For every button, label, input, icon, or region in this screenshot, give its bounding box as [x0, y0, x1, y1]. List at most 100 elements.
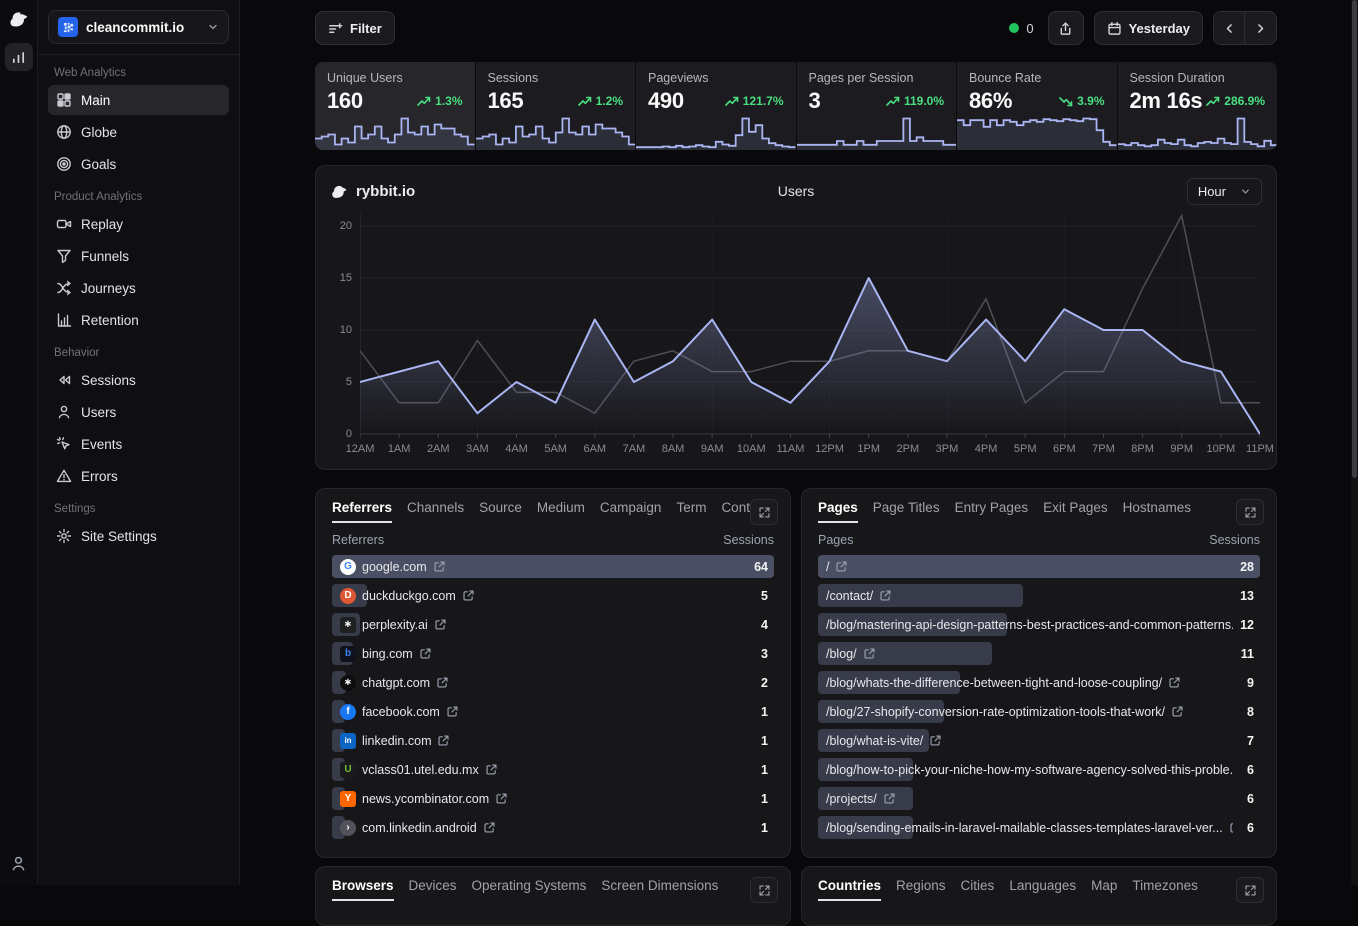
sidebar-item-users[interactable]: Users [48, 397, 229, 427]
sidebar-item-site-settings[interactable]: Site Settings [48, 521, 229, 551]
external-link-icon[interactable] [863, 647, 876, 660]
stat-card-sessions[interactable]: Sessions1651.2% [476, 62, 636, 150]
expand-button[interactable] [750, 877, 778, 903]
external-link-icon[interactable] [419, 647, 432, 660]
stat-card-pages-per-session[interactable]: Pages per Session3119.0% [797, 62, 957, 150]
expand-button[interactable] [1236, 499, 1264, 525]
external-link-icon[interactable] [485, 763, 498, 776]
tab-exit-pages[interactable]: Exit Pages [1043, 500, 1108, 523]
tab-term[interactable]: Term [676, 500, 706, 523]
account-icon[interactable] [10, 855, 27, 872]
tab-languages[interactable]: Languages [1009, 878, 1076, 901]
retention-icon [56, 312, 72, 328]
external-link-icon[interactable] [1229, 821, 1233, 834]
analytics-icon[interactable] [5, 43, 33, 71]
external-link-icon[interactable] [434, 618, 447, 631]
table-row[interactable]: Ynews.ycombinator.com1 [332, 787, 774, 810]
external-link-icon[interactable] [437, 734, 450, 747]
tab-pages[interactable]: Pages [818, 500, 858, 523]
previous-period-button[interactable] [1214, 12, 1245, 44]
warning-icon [56, 468, 72, 484]
table-row[interactable]: ffacebook.com1 [332, 700, 774, 723]
tab-timezones[interactable]: Timezones [1132, 878, 1198, 901]
external-link-icon[interactable] [436, 676, 449, 689]
export-button[interactable] [1048, 11, 1084, 45]
external-link-icon[interactable] [462, 589, 475, 602]
expand-button[interactable] [750, 499, 778, 525]
row-label: ∗chatgpt.com [332, 675, 449, 691]
table-row[interactable]: bbing.com3 [332, 642, 774, 665]
tab-entry-pages[interactable]: Entry Pages [955, 500, 1029, 523]
stat-card-unique-users[interactable]: Unique Users1601.3% [315, 62, 475, 150]
sidebar-item-retention[interactable]: Retention [48, 305, 229, 335]
external-link-icon[interactable] [433, 560, 446, 573]
row-value: 11 [1241, 647, 1254, 661]
external-link-icon[interactable] [495, 792, 508, 805]
scrollbar-thumb[interactable] [1352, 0, 1357, 478]
external-link-icon[interactable] [1168, 676, 1181, 689]
table-row[interactable]: /blog/whats-the-difference-between-tight… [818, 671, 1260, 694]
table-row[interactable]: /blog/27-shopify-conversion-rate-optimiz… [818, 700, 1260, 723]
table-row[interactable]: Uvclass01.utel.edu.mx1 [332, 758, 774, 781]
stat-card-pageviews[interactable]: Pageviews490121.7% [636, 62, 796, 150]
table-row[interactable]: ›com.linkedin.android1 [332, 816, 774, 839]
table-row[interactable]: /28 [818, 555, 1260, 578]
tab-referrers[interactable]: Referrers [332, 500, 392, 523]
table-row[interactable]: /blog/sending-emails-in-laravel-mailable… [818, 816, 1260, 839]
table-row[interactable]: /blog/how-to-pick-your-niche-how-my-soft… [818, 758, 1260, 781]
tab-countries[interactable]: Countries [818, 878, 881, 901]
external-link-icon[interactable] [929, 734, 942, 747]
page-scrollbar[interactable] [1351, 0, 1358, 885]
tab-cities[interactable]: Cities [961, 878, 995, 901]
live-users[interactable]: 0 [1009, 21, 1033, 36]
external-link-icon[interactable] [483, 821, 496, 834]
date-range-button[interactable]: Yesterday [1094, 11, 1203, 45]
sidebar-item-events[interactable]: Events [48, 429, 229, 459]
tab-campaign[interactable]: Campaign [600, 500, 662, 523]
expand-button[interactable] [1236, 877, 1264, 903]
sidebar-item-main[interactable]: Main [48, 85, 229, 115]
rybbit-logo-icon [8, 9, 30, 29]
stat-card-bounce-rate[interactable]: Bounce Rate86%3.9% [957, 62, 1117, 150]
table-row[interactable]: /blog/what-is-vite/7 [818, 729, 1260, 752]
workspace-selector[interactable]: cleancommit.io [48, 10, 229, 44]
tab-browsers[interactable]: Browsers [332, 878, 394, 901]
filter-button[interactable]: Filter [315, 11, 395, 45]
tab-screen-dimensions[interactable]: Screen Dimensions [601, 878, 718, 901]
sidebar-item-journeys[interactable]: Journeys [48, 273, 229, 303]
tab-medium[interactable]: Medium [537, 500, 585, 523]
sidebar-item-replay[interactable]: Replay [48, 209, 229, 239]
external-link-icon[interactable] [883, 792, 896, 805]
tab-channels[interactable]: Channels [407, 500, 464, 523]
interval-select[interactable]: Hour [1187, 178, 1262, 205]
external-link-icon[interactable] [446, 705, 459, 718]
sidebar-item-globe[interactable]: Globe [48, 117, 229, 147]
sidebar-item-errors[interactable]: Errors [48, 461, 229, 491]
sidebar-item-funnels[interactable]: Funnels [48, 241, 229, 271]
x-tick-label: 7AM [623, 443, 646, 455]
y-tick-label: 15 [340, 272, 352, 284]
table-row[interactable]: ∗chatgpt.com2 [332, 671, 774, 694]
tab-source[interactable]: Source [479, 500, 522, 523]
tab-devices[interactable]: Devices [409, 878, 457, 901]
tab-operating-systems[interactable]: Operating Systems [472, 878, 587, 901]
table-row[interactable]: /blog/11 [818, 642, 1260, 665]
external-link-icon[interactable] [835, 560, 848, 573]
tab-page-titles[interactable]: Page Titles [873, 500, 940, 523]
tab-map[interactable]: Map [1091, 878, 1117, 901]
tab-regions[interactable]: Regions [896, 878, 946, 901]
table-row[interactable]: /contact/13 [818, 584, 1260, 607]
next-period-button[interactable] [1245, 12, 1276, 44]
sidebar-item-goals[interactable]: Goals [48, 149, 229, 179]
table-row[interactable]: Ggoogle.com64 [332, 555, 774, 578]
table-row[interactable]: ∗perplexity.ai4 [332, 613, 774, 636]
external-link-icon[interactable] [879, 589, 892, 602]
stat-card-session-duration[interactable]: Session Duration2m 16s286.9% [1118, 62, 1278, 150]
sidebar-item-sessions[interactable]: Sessions [48, 365, 229, 395]
table-row[interactable]: Dduckduckgo.com5 [332, 584, 774, 607]
external-link-icon[interactable] [1171, 705, 1184, 718]
table-row[interactable]: /blog/mastering-api-design-patterns-best… [818, 613, 1260, 636]
tab-hostnames[interactable]: Hostnames [1123, 500, 1191, 523]
table-row[interactable]: inlinkedin.com1 [332, 729, 774, 752]
table-row[interactable]: /projects/6 [818, 787, 1260, 810]
